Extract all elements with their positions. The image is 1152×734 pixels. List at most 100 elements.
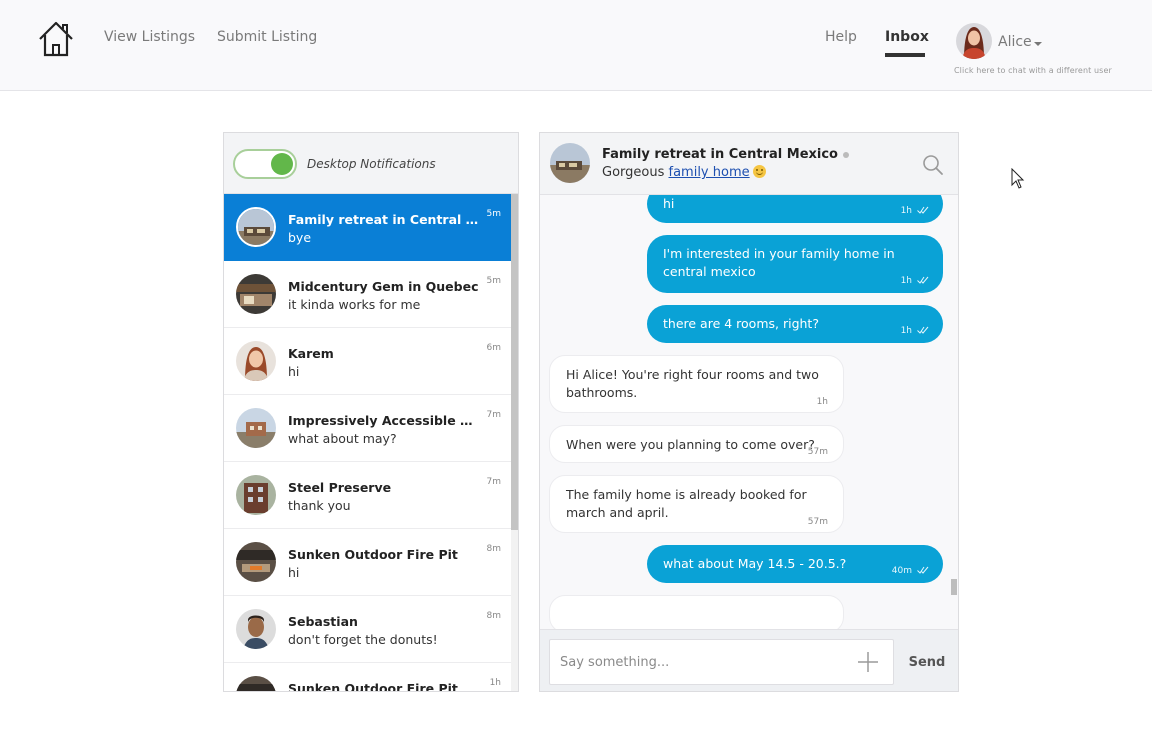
double-check-icon — [912, 326, 929, 336]
desktop-notifications-toggle[interactable] — [233, 149, 297, 179]
user-name-dropdown[interactable]: Alice — [998, 34, 1032, 50]
message-text: The family home is already booked for mar… — [566, 486, 807, 522]
conversation-item[interactable]: Steel Preserve thank you 7m — [224, 462, 511, 529]
message-timestamp: 40m — [892, 562, 929, 580]
chat-listing-avatar — [550, 143, 590, 183]
incoming-message: Hi Alice! You're right four rooms and tw… — [549, 355, 844, 413]
conversation-avatar — [236, 207, 276, 247]
message-line: bathrooms. — [566, 385, 638, 400]
nav-help[interactable]: Help — [825, 29, 857, 45]
conversation-preview: don't forget the donuts! — [288, 632, 438, 647]
message-line: central mexico — [663, 264, 756, 279]
attach-plus-icon[interactable] — [857, 651, 879, 673]
toggle-knob — [271, 153, 293, 175]
conversation-item[interactable]: Sunken Outdoor Fire Pit 1h — [224, 663, 511, 691]
message-time: 1h — [816, 397, 828, 407]
double-check-icon — [912, 206, 929, 216]
conversation-avatar — [236, 609, 276, 649]
conversation-title: Steel Preserve — [288, 480, 392, 495]
message-text: I'm interested in your family home in cen… — [663, 245, 895, 281]
message-time: 40m — [891, 566, 912, 576]
notifications-bar: Desktop Notifications — [224, 133, 518, 194]
conversation-title: Sunken Outdoor Fire Pit — [288, 681, 458, 691]
conversation-preview: thank you — [288, 498, 351, 513]
outgoing-message: what about May 14.5 - 20.5.? 40m — [647, 545, 943, 583]
conversation-item[interactable]: Family retreat in Central Mexico bye 5m — [224, 194, 511, 261]
conversation-avatar — [236, 676, 276, 691]
incoming-message: The family home is already booked for mar… — [549, 475, 844, 533]
chat-header: Family retreat in Central Mexico Gorgeou… — [540, 133, 958, 195]
conversation-item[interactable]: Midcentury Gem in Quebec it kinda works f… — [224, 261, 511, 328]
chat-panel: Family retreat in Central Mexico Gorgeou… — [539, 132, 959, 692]
message-timestamp: 1h — [817, 393, 828, 411]
message-text: Hi Alice! You're right four rooms and tw… — [566, 366, 819, 402]
conversation-title: Midcentury Gem in Quebec — [288, 279, 479, 294]
conversation-title: Impressively Accessible Home — [288, 413, 482, 428]
message-timestamp: 1h — [901, 272, 929, 290]
message-line: Hi Alice! You're right four rooms and tw… — [566, 367, 819, 382]
conversation-timestamp: 5m — [486, 209, 502, 219]
message-text: there are 4 rooms, right? — [663, 315, 819, 333]
conversation-item[interactable]: Karem hi 6m — [224, 328, 511, 395]
message-line: march and april. — [566, 505, 669, 520]
chat-title: Family retreat in Central Mexico — [602, 147, 849, 162]
conversation-timestamp: 6m — [486, 343, 502, 353]
top-navigation-bar: View Listings Submit Listing Help Inbox … — [0, 0, 1152, 91]
conversation-preview: bye — [288, 230, 312, 245]
listing-link[interactable]: family home — [669, 165, 750, 180]
conversation-avatar — [236, 408, 276, 448]
chat-subtitle: Gorgeous family home — [602, 165, 766, 180]
conversation-title: Karem — [288, 346, 334, 361]
search-icon[interactable] — [922, 154, 944, 176]
status-dot-icon — [843, 151, 849, 158]
conversation-timestamp: 7m — [486, 410, 502, 420]
conversation-avatar — [236, 542, 276, 582]
chevron-down-icon[interactable] — [1034, 42, 1042, 46]
message-line: I'm interested in your family home in — [663, 246, 895, 261]
conversation-avatar — [236, 341, 276, 381]
send-button[interactable]: Send — [902, 639, 952, 685]
message-timestamp: 1h — [901, 202, 929, 220]
message-line: what about May 14.5 - 20.5.? — [663, 556, 847, 571]
conversation-title: Family retreat in Central Mexico — [288, 212, 482, 227]
outgoing-message: hi 1h — [647, 195, 943, 223]
outgoing-message: there are 4 rooms, right? 1h — [647, 305, 943, 343]
message-time: 1h — [900, 206, 912, 216]
conversation-item[interactable]: Impressively Accessible Home what about m… — [224, 395, 511, 462]
user-avatar[interactable] — [956, 23, 992, 59]
double-check-icon — [912, 276, 929, 286]
conversation-scrollbar-thumb[interactable] — [511, 194, 518, 530]
message-line: When were you planning to come over? — [566, 437, 815, 452]
outgoing-message: I'm interested in your family home in cen… — [647, 235, 943, 293]
conversation-item[interactable]: Sunken Outdoor Fire Pit hi 8m — [224, 529, 511, 596]
mouse-cursor-icon — [1011, 168, 1025, 189]
message-text: hi — [663, 195, 674, 213]
conversation-preview: hi — [288, 565, 300, 580]
conversation-timestamp: 8m — [486, 611, 502, 621]
message-timestamp: 57m — [808, 513, 828, 531]
message-text: what about May 14.5 - 20.5.? — [663, 555, 846, 573]
home-icon[interactable] — [37, 20, 75, 58]
nav-submit-listing[interactable]: Submit Listing — [217, 29, 317, 45]
incoming-message: When were you planning to come over? 57m — [549, 425, 844, 463]
message-composer: Send — [540, 629, 958, 691]
chat-title-text: Family retreat in Central Mexico — [602, 147, 838, 162]
message-input[interactable] — [549, 639, 894, 685]
nav-view-listings[interactable]: View Listings — [104, 29, 195, 45]
message-time: 57m — [807, 447, 828, 457]
message-timestamp: 57m — [808, 443, 828, 461]
active-tab-indicator — [885, 53, 925, 57]
nav-inbox[interactable]: Inbox — [885, 29, 929, 45]
conversation-avatar — [236, 274, 276, 314]
message-thread: hi 1h I'm interested in your family home i… — [540, 195, 958, 629]
conversation-timestamp: 8m — [486, 544, 502, 554]
conversation-preview: hi — [288, 364, 300, 379]
message-time: 1h — [900, 326, 912, 336]
switch-user-hint[interactable]: Click here to chat with a different user — [954, 66, 1112, 75]
chat-subtitle-prefix: Gorgeous — [602, 165, 665, 180]
incoming-message — [549, 595, 844, 629]
conversation-timestamp: 5m — [486, 276, 502, 286]
conversation-item[interactable]: Sebastian don't forget the donuts! 8m — [224, 596, 511, 663]
conversation-list: Family retreat in Central Mexicobye5mMid… — [224, 194, 511, 691]
message-scrollbar-thumb[interactable] — [951, 579, 957, 595]
